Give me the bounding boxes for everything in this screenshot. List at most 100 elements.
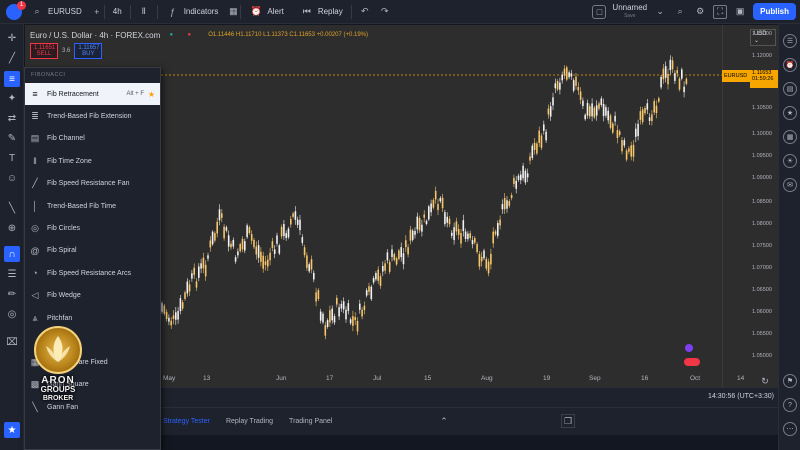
user-avatar[interactable]: 1 xyxy=(6,0,26,20)
alert-button[interactable]: ⏰ Alert xyxy=(241,0,291,24)
layout-grid-icon[interactable]: □ xyxy=(592,4,607,19)
candle-body xyxy=(467,233,469,240)
chat-icon[interactable]: ✉ xyxy=(783,178,797,192)
menu-item-trend-based-fib-time[interactable]: │ Trend-Based Fib Time xyxy=(25,195,160,217)
tab-strategy-tester[interactable]: Strategy Tester xyxy=(155,418,218,425)
settings-gear-icon[interactable]: ⚙ xyxy=(693,5,707,19)
goto-realtime-icon[interactable]: ↻ xyxy=(758,374,772,388)
maximize-panel-icon[interactable]: ❐ xyxy=(561,414,575,428)
candle-body xyxy=(163,305,166,314)
candle-body xyxy=(324,325,327,336)
menu-item-fib-circles[interactable]: ◎ Fib Circles xyxy=(25,217,160,239)
menu-item-fib-wedge[interactable]: ◁ Fib Wedge xyxy=(25,285,160,307)
hide-drawings-icon[interactable]: ◎ xyxy=(4,306,20,322)
fullscreen-icon[interactable]: ⛶ xyxy=(713,4,728,19)
candle-body xyxy=(280,226,283,237)
collapse-panel-icon[interactable]: ⌃ xyxy=(437,414,451,428)
help-icon[interactable]: ? xyxy=(783,398,797,412)
candle-body xyxy=(218,209,221,221)
candle-body xyxy=(294,211,297,220)
bell-icon[interactable]: ⚑ xyxy=(783,374,797,388)
brush-icon[interactable]: ✎ xyxy=(4,130,20,146)
calendar-icon[interactable]: ▦ xyxy=(783,130,797,144)
time-tick-label: Sep xyxy=(589,375,601,382)
hotlist-icon[interactable]: ★ xyxy=(783,106,797,120)
candle-body xyxy=(457,228,460,235)
menu-item-fib-retracement[interactable]: ≡ Fib Retracement Alt + F ★ xyxy=(25,83,160,106)
ruler-icon[interactable]: ╲ xyxy=(4,200,20,216)
candle-body xyxy=(310,259,313,270)
text-tool-icon[interactable]: T xyxy=(4,150,20,166)
divider xyxy=(350,4,352,19)
ohlc-low: L1.11373 xyxy=(263,32,288,38)
fibonacci-tools-icon[interactable]: ≡ xyxy=(4,71,20,87)
candle-body xyxy=(248,227,251,234)
menu-item-fib-speed-resistance-arcs[interactable]: ◔ Fib Speed Resistance Arcs xyxy=(25,262,160,284)
menu-item-fib-channel[interactable]: ▤ Fib Channel xyxy=(25,128,160,150)
price-tick-label: 1.08000 xyxy=(752,221,772,227)
alerts-icon[interactable]: ⏰ xyxy=(783,58,797,72)
interval-button[interactable]: 4h xyxy=(105,0,130,24)
camera-icon[interactable]: ▣ xyxy=(733,5,747,19)
menu-item-fib-time-zone[interactable]: ‖ Fib Time Zone xyxy=(25,150,160,172)
clock-timezone[interactable]: 14:30:56 (UTC+3:30) xyxy=(708,393,774,400)
candle-body xyxy=(365,290,368,296)
candle-body xyxy=(402,253,405,265)
fib-retracement-icon: ≡ xyxy=(32,89,38,100)
candle-body xyxy=(635,128,637,137)
emoji-icon[interactable]: ☺ xyxy=(4,170,20,186)
publish-button[interactable]: Publish xyxy=(753,3,796,20)
symbol-search[interactable]: ⌕ EURUSD xyxy=(22,0,90,24)
time-tick-label: 16 xyxy=(641,375,649,382)
candle-body xyxy=(616,130,619,139)
fib-speed-arcs-icon: ◔ xyxy=(32,268,38,279)
projection-icon[interactable]: ⇄ xyxy=(4,110,20,126)
patterns-icon[interactable]: ✦ xyxy=(4,90,20,106)
trend-fib-extension-icon: ≣ xyxy=(31,111,39,122)
lock-drawings-icon[interactable]: ☰ xyxy=(4,266,20,282)
candle-body xyxy=(658,98,660,102)
watchlist-icon[interactable]: ☰ xyxy=(783,34,797,48)
add-symbol-icon[interactable]: + xyxy=(90,5,104,19)
magnet-icon[interactable]: ∩ xyxy=(4,246,20,262)
search-icon[interactable]: ⌕ xyxy=(673,5,687,19)
data-window-icon[interactable]: ▤ xyxy=(783,82,797,96)
templates-icon[interactable]: ▦ xyxy=(226,5,240,19)
crosshair-icon[interactable]: ✛ xyxy=(4,30,20,46)
tab-replay-trading[interactable]: Replay Trading xyxy=(218,418,281,425)
price-tick-label: 1.12000 xyxy=(752,53,772,59)
ideas-icon[interactable]: ☀ xyxy=(783,154,797,168)
replay-button[interactable]: ⏮ Replay xyxy=(292,0,351,24)
candle-body xyxy=(232,239,235,247)
price-tick-label: 1.10000 xyxy=(752,131,772,137)
candle-style-icon[interactable]: Ⅱ xyxy=(137,5,151,19)
candle-body xyxy=(683,86,685,93)
sell-button[interactable]: 1.11651 SELL xyxy=(30,43,58,59)
buy-button[interactable]: 1.11657 BUY xyxy=(74,43,103,59)
undo-icon[interactable]: ↶ xyxy=(358,5,372,19)
candle-body xyxy=(667,73,669,85)
layout-name-button[interactable]: Unnamed Save xyxy=(612,3,647,20)
candle-body xyxy=(476,243,478,253)
candle-body xyxy=(524,170,527,183)
menu-item-fib-spiral[interactable]: @ Fib Spiral xyxy=(25,240,160,262)
favorite-star-icon[interactable]: ★ xyxy=(148,90,155,99)
trash-icon[interactable]: ⌧ xyxy=(4,334,20,350)
trendline-icon[interactable]: ╱ xyxy=(4,50,20,66)
redo-icon[interactable]: ↷ xyxy=(378,5,392,19)
candle-body xyxy=(490,253,492,265)
candle-body xyxy=(368,286,370,292)
candle-body xyxy=(591,103,593,117)
tab-trading-panel[interactable]: Trading Panel xyxy=(281,418,340,425)
zoom-in-icon[interactable]: ⊕ xyxy=(4,220,20,236)
more-icon[interactable]: ⋯ xyxy=(783,422,797,436)
candle-body xyxy=(250,233,253,241)
menu-item-trend-based-fib-extension[interactable]: ≣ Trend-Based Fib Extension xyxy=(25,105,160,127)
candle-body xyxy=(625,150,628,160)
stay-drawing-icon[interactable]: ✏ xyxy=(4,286,20,302)
menu-item-fib-speed-resistance-fan[interactable]: ╱ Fib Speed Resistance Fan xyxy=(25,173,160,195)
object-tree-icon[interactable]: ★ xyxy=(4,422,20,438)
indicators-button[interactable]: ƒ Indicators xyxy=(158,0,227,24)
chevron-down-icon[interactable]: ⌄ xyxy=(653,5,667,19)
candle-body xyxy=(246,225,248,238)
